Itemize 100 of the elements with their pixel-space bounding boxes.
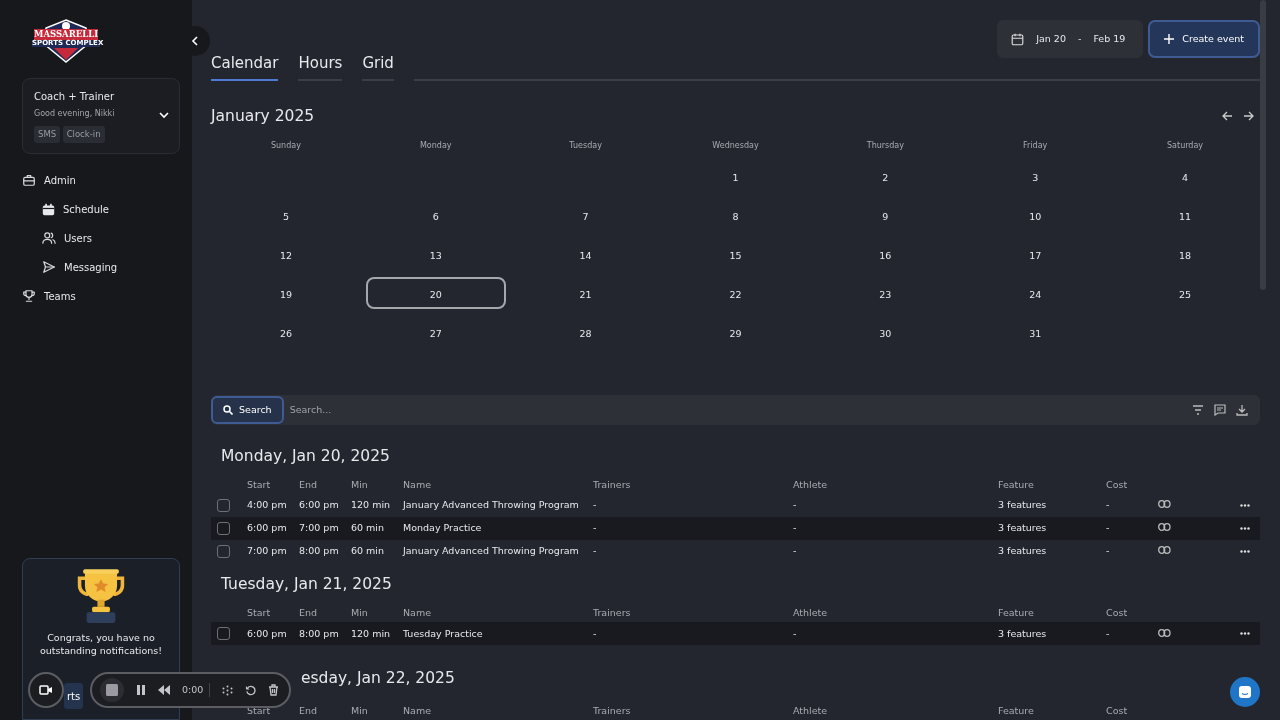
chat-button[interactable]: [1230, 677, 1260, 707]
search-field[interactable]: Search Search...: [211, 394, 1260, 425]
calendar-day[interactable]: 11: [1115, 198, 1256, 231]
link-icon[interactable]: [1158, 500, 1171, 509]
calendar-day[interactable]: 18: [1115, 237, 1256, 270]
more-icon[interactable]: [1240, 550, 1250, 553]
column-header: Start: [247, 477, 272, 492]
column-header: Feature: [998, 704, 1035, 719]
column-header: Min: [351, 606, 369, 621]
calendar-day[interactable]: 27: [365, 315, 506, 348]
link-icon[interactable]: [1158, 523, 1171, 532]
calendar-day[interactable]: 29: [665, 315, 806, 348]
calendar-day[interactable]: 2: [815, 159, 956, 192]
calendar-day[interactable]: 14: [515, 237, 656, 270]
calendar-day[interactable]: 16: [815, 237, 956, 270]
row-checkbox[interactable]: [217, 627, 230, 641]
day-heading: esday, Jan 22, 2025: [301, 668, 455, 690]
pause-icon[interactable]: [136, 685, 146, 695]
column-header: Trainers: [593, 704, 632, 719]
row-checkbox[interactable]: [217, 499, 230, 512]
table-cell-text: 120 min: [351, 498, 392, 513]
create-event-button[interactable]: Create event: [1148, 20, 1260, 58]
calendar-day[interactable]: 8: [665, 198, 806, 231]
tab[interactable]: Calendar: [211, 52, 279, 81]
calendar-day[interactable]: 28: [515, 315, 656, 348]
calendar-day[interactable]: 6: [365, 198, 506, 231]
calendar-day[interactable]: 3: [965, 159, 1106, 192]
weekday-label: Saturday: [1167, 140, 1204, 150]
nav-item[interactable]: Schedule: [22, 194, 180, 224]
column-header: Trainers: [593, 606, 632, 621]
date-range-picker[interactable]: Jan 20 - Feb 19: [997, 20, 1144, 58]
nav-item[interactable]: Teams: [22, 281, 180, 311]
calendar-day[interactable]: 25: [1115, 276, 1256, 309]
camera-icon: [39, 685, 53, 695]
column-header: End: [299, 704, 319, 719]
table-cell-text: 6:00 pm: [247, 521, 288, 536]
calendar-day[interactable]: 26: [215, 315, 356, 348]
account-tag[interactable]: SMS: [34, 126, 61, 143]
row-checkbox[interactable]: [217, 522, 230, 535]
calendar-day[interactable]: 4: [1115, 159, 1256, 192]
arrow-left-icon[interactable]: [1222, 111, 1233, 122]
table-cell-text: 8:00 pm: [299, 544, 340, 559]
link-icon[interactable]: [1158, 546, 1171, 555]
stop-icon[interactable]: [100, 678, 124, 702]
more-icon[interactable]: [1240, 527, 1250, 530]
calendar-day[interactable]: 12: [215, 237, 356, 270]
calendar-day[interactable]: 7: [515, 198, 656, 231]
chevron-down-icon[interactable]: [159, 112, 169, 120]
comment-icon[interactable]: [1214, 403, 1226, 416]
chevron-left-icon: [191, 36, 199, 46]
account-tag[interactable]: Clock-in: [62, 126, 105, 143]
column-header: Athlete: [793, 606, 829, 621]
calendar-day[interactable]: 31: [965, 315, 1106, 348]
calendar-day[interactable]: 1: [665, 159, 806, 192]
alerts-button[interactable]: rts: [64, 683, 84, 709]
more-icon[interactable]: [1240, 632, 1250, 636]
date-to: Feb 19: [1093, 31, 1126, 46]
column-header: Feature: [998, 606, 1035, 621]
link-icon[interactable]: [1158, 628, 1171, 637]
weekday-label: Wednesday: [712, 140, 759, 150]
calendar-day[interactable]: 22: [665, 276, 806, 309]
download-icon[interactable]: [1236, 403, 1248, 416]
calendar-day[interactable]: 23: [815, 276, 956, 309]
tab[interactable]: Grid: [362, 52, 394, 81]
grid-icon[interactable]: [222, 684, 234, 696]
calendar-day[interactable]: 9: [815, 198, 956, 231]
more-icon[interactable]: [1240, 504, 1250, 507]
calendar-day[interactable]: 20: [365, 276, 506, 309]
weekday-label: Monday: [419, 140, 452, 150]
calendar-day[interactable]: 24: [965, 276, 1106, 309]
calendar-day[interactable]: 13: [365, 237, 506, 270]
filter-icon[interactable]: [1192, 403, 1204, 416]
rewind-icon[interactable]: [158, 685, 170, 695]
nav-item[interactable]: Admin: [22, 165, 180, 195]
table-cell-text: 6:00 pm: [247, 626, 288, 641]
nav-item[interactable]: Messaging: [22, 252, 180, 282]
row-checkbox[interactable]: [217, 545, 230, 558]
day-heading: Monday, Jan 20, 2025: [221, 445, 391, 467]
calendar-day[interactable]: 15: [665, 237, 806, 270]
calendar-day[interactable]: 30: [815, 315, 956, 348]
nav-item[interactable]: Users: [22, 223, 180, 253]
calendar-day[interactable]: 19: [215, 276, 356, 309]
column-header: Feature: [998, 477, 1035, 492]
notification-message: Congrats, you have no outstanding notifications!: [39, 631, 163, 657]
tab[interactable]: Hours: [298, 52, 343, 81]
undo-icon[interactable]: [245, 684, 257, 696]
calendar-day[interactable]: 5: [215, 198, 356, 231]
trash-icon[interactable]: [268, 684, 280, 696]
calendar-day[interactable]: 17: [965, 237, 1106, 270]
calendar-icon: [42, 202, 55, 216]
table-cell-text: -: [793, 521, 798, 536]
table-cell-text: -: [593, 544, 598, 559]
arrow-right-icon[interactable]: [1243, 111, 1254, 122]
calendar-day[interactable]: 21: [515, 276, 656, 309]
weekday-label: Tuesday: [569, 140, 602, 150]
search-icon: [223, 404, 233, 415]
column-header: Name: [403, 477, 433, 492]
calendar-day[interactable]: 10: [965, 198, 1106, 231]
table-cell-text: Tuesday Practice: [403, 626, 484, 641]
search-button[interactable]: Search: [211, 395, 284, 424]
